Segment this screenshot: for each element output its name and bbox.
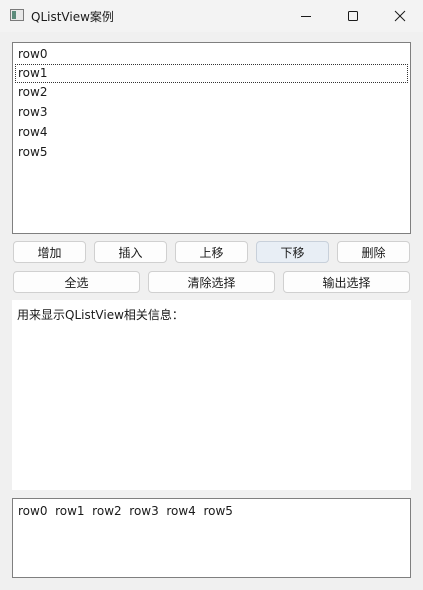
maximize-icon (348, 11, 358, 21)
close-icon (394, 10, 406, 22)
move-up-button[interactable]: 上移 (175, 241, 248, 263)
list-item-row1[interactable]: row1 (15, 64, 408, 83)
window-title: QListView案例 (31, 10, 114, 24)
minimize-button[interactable] (283, 0, 329, 32)
select-all-button[interactable]: 全选 (13, 271, 140, 293)
move-down-button[interactable]: 下移 (256, 241, 329, 263)
list-item-row5[interactable]: row5 (15, 143, 408, 162)
info-text: 用来显示QListView相关信息： (17, 308, 184, 322)
minimize-icon (301, 16, 311, 17)
maximize-button[interactable] (330, 0, 376, 32)
add-button[interactable]: 增加 (13, 241, 86, 263)
info-panel: 用来显示QListView相关信息： (12, 300, 411, 490)
close-button[interactable] (377, 0, 423, 32)
list-item-row4[interactable]: row4 (15, 123, 408, 142)
insert-button[interactable]: 插入 (94, 241, 167, 263)
output-text-box[interactable]: row0 row1 row2 row3 row4 row5 (12, 498, 411, 578)
app-icon (10, 9, 24, 21)
clear-selection-button[interactable]: 清除选择 (148, 271, 275, 293)
delete-button[interactable]: 删除 (337, 241, 410, 263)
title-bar[interactable]: QListView案例 (0, 0, 423, 32)
list-item-row0[interactable]: row0 (15, 45, 408, 64)
list-item-row3[interactable]: row3 (15, 103, 408, 122)
output-selection-button[interactable]: 输出选择 (283, 271, 410, 293)
output-text: row0 row1 row2 row3 row4 row5 (18, 504, 233, 518)
list-view[interactable]: row0 row1 row2 row3 row4 row5 (12, 42, 411, 234)
list-item-row2[interactable]: row2 (15, 83, 408, 102)
